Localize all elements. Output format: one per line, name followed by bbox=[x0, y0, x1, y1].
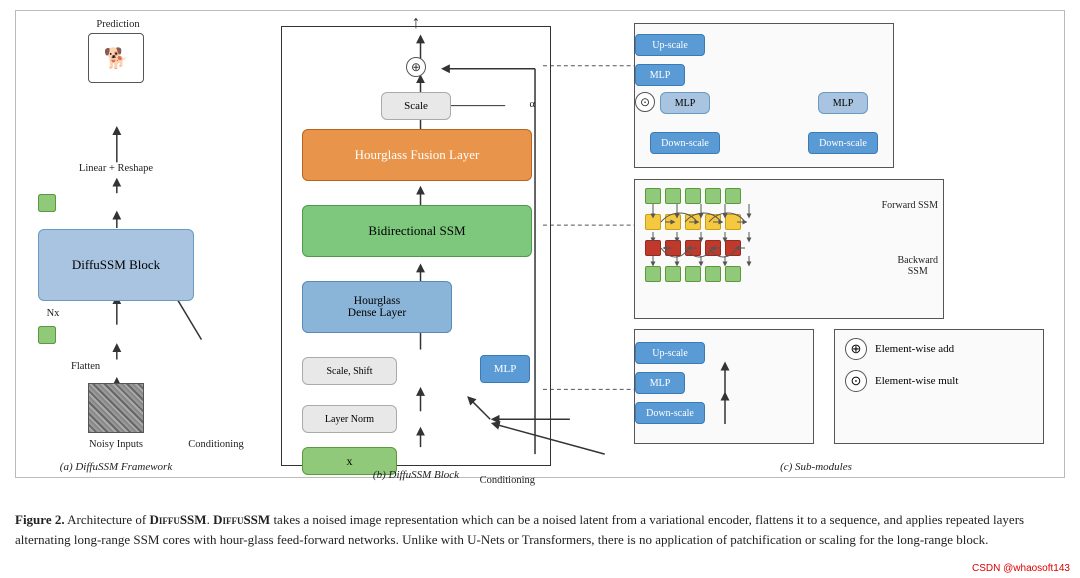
panel-b-label: (b) DiffuSSM Block bbox=[296, 469, 536, 481]
hourglass-fusion-layer: Hourglass Fusion Layer bbox=[302, 129, 532, 181]
output-arrow: ↑ bbox=[412, 12, 421, 33]
panel-b-border: ↑ ⊕ Scale α Hourglass Fusion Layer Bidir… bbox=[281, 26, 551, 466]
c-upscale-top: Up-scale bbox=[635, 34, 705, 56]
panel-c-label: (c) Sub-modules bbox=[716, 461, 916, 473]
backward-ssm-label: BackwardSSM bbox=[897, 255, 938, 277]
c-downscale-right: Down-scale bbox=[808, 132, 878, 154]
layer-norm-box: Layer Norm bbox=[302, 405, 397, 433]
watermark: CSDN @whaosoft143 bbox=[972, 563, 1070, 574]
legend-add: ⊕ Element-wise add bbox=[845, 338, 1033, 360]
add-circle: ⊕ bbox=[406, 57, 426, 77]
ssm-row-red bbox=[645, 240, 741, 256]
c-top-submodule: Up-scale MLP ⊙ MLP MLP Down-scale Down-s… bbox=[634, 23, 894, 168]
diffussm-block: DiffuSSM Block bbox=[38, 229, 194, 301]
legend-mult-icon: ⊙ bbox=[845, 370, 867, 392]
c-mult-circle: ⊙ bbox=[635, 92, 655, 112]
caption-figure-number: Figure 2. bbox=[15, 512, 65, 527]
ssm-row-top-green bbox=[645, 188, 741, 204]
linear-reshape-label: Linear + Reshape bbox=[51, 163, 181, 174]
panel-a-label: (a) DiffuSSM Framework bbox=[36, 461, 196, 473]
c-mlp-right: MLP bbox=[818, 92, 868, 114]
hourglass-dense-layer: Hourglass Dense Layer bbox=[302, 281, 452, 333]
legend-box: ⊕ Element-wise add ⊙ Element-wise mult bbox=[834, 329, 1044, 444]
c-mlp-bot: MLP bbox=[635, 372, 685, 394]
alpha-label: α bbox=[529, 99, 535, 110]
noisy-input-image bbox=[88, 383, 144, 433]
scale-shift-box: Scale, Shift bbox=[302, 357, 397, 385]
c-downscale-bot: Down-scale bbox=[635, 402, 705, 424]
legend-add-label: Element-wise add bbox=[875, 343, 954, 355]
conditioning-label-a: Conditioning bbox=[171, 439, 261, 450]
legend-mult: ⊙ Element-wise mult bbox=[845, 370, 1033, 392]
c-mid-submodule: Forward SSM BackwardSSM bbox=[634, 179, 944, 319]
prediction-image: 🐕 bbox=[88, 33, 144, 83]
c-downscale-left: Down-scale bbox=[650, 132, 720, 154]
ssm-row-bot-green bbox=[645, 266, 741, 282]
legend-mult-label: Element-wise mult bbox=[875, 375, 958, 387]
main-container: Prediction 🐕 Linear + Reshape DiffuSSM B… bbox=[0, 0, 1080, 563]
prediction-label: Prediction bbox=[78, 19, 158, 30]
c-mlp-left: MLP bbox=[660, 92, 710, 114]
mlp-box-b: MLP bbox=[480, 355, 530, 383]
forward-ssm-label: Forward SSM bbox=[882, 200, 938, 211]
diagram-area: Prediction 🐕 Linear + Reshape DiffuSSM B… bbox=[15, 10, 1065, 478]
figure-caption: Figure 2. Architecture of DiffuSSM. Diff… bbox=[15, 506, 1065, 553]
noisy-inputs-label: Noisy Inputs bbox=[58, 439, 174, 450]
caption-text: Architecture of DiffuSSM. DiffuSSM takes… bbox=[15, 512, 1024, 547]
c-bot-submodule: Up-scale MLP Down-scale bbox=[634, 329, 814, 444]
bidirectional-ssm: Bidirectional SSM bbox=[302, 205, 532, 257]
ssm-row-yellow bbox=[645, 214, 741, 230]
c-upscale-bot: Up-scale bbox=[635, 342, 705, 364]
nx-label: Nx bbox=[38, 308, 68, 319]
scale-box: Scale bbox=[381, 92, 451, 120]
flatten-label: Flatten bbox=[71, 361, 100, 372]
legend-add-icon: ⊕ bbox=[845, 338, 867, 360]
c-mlp-center: MLP bbox=[635, 64, 685, 86]
